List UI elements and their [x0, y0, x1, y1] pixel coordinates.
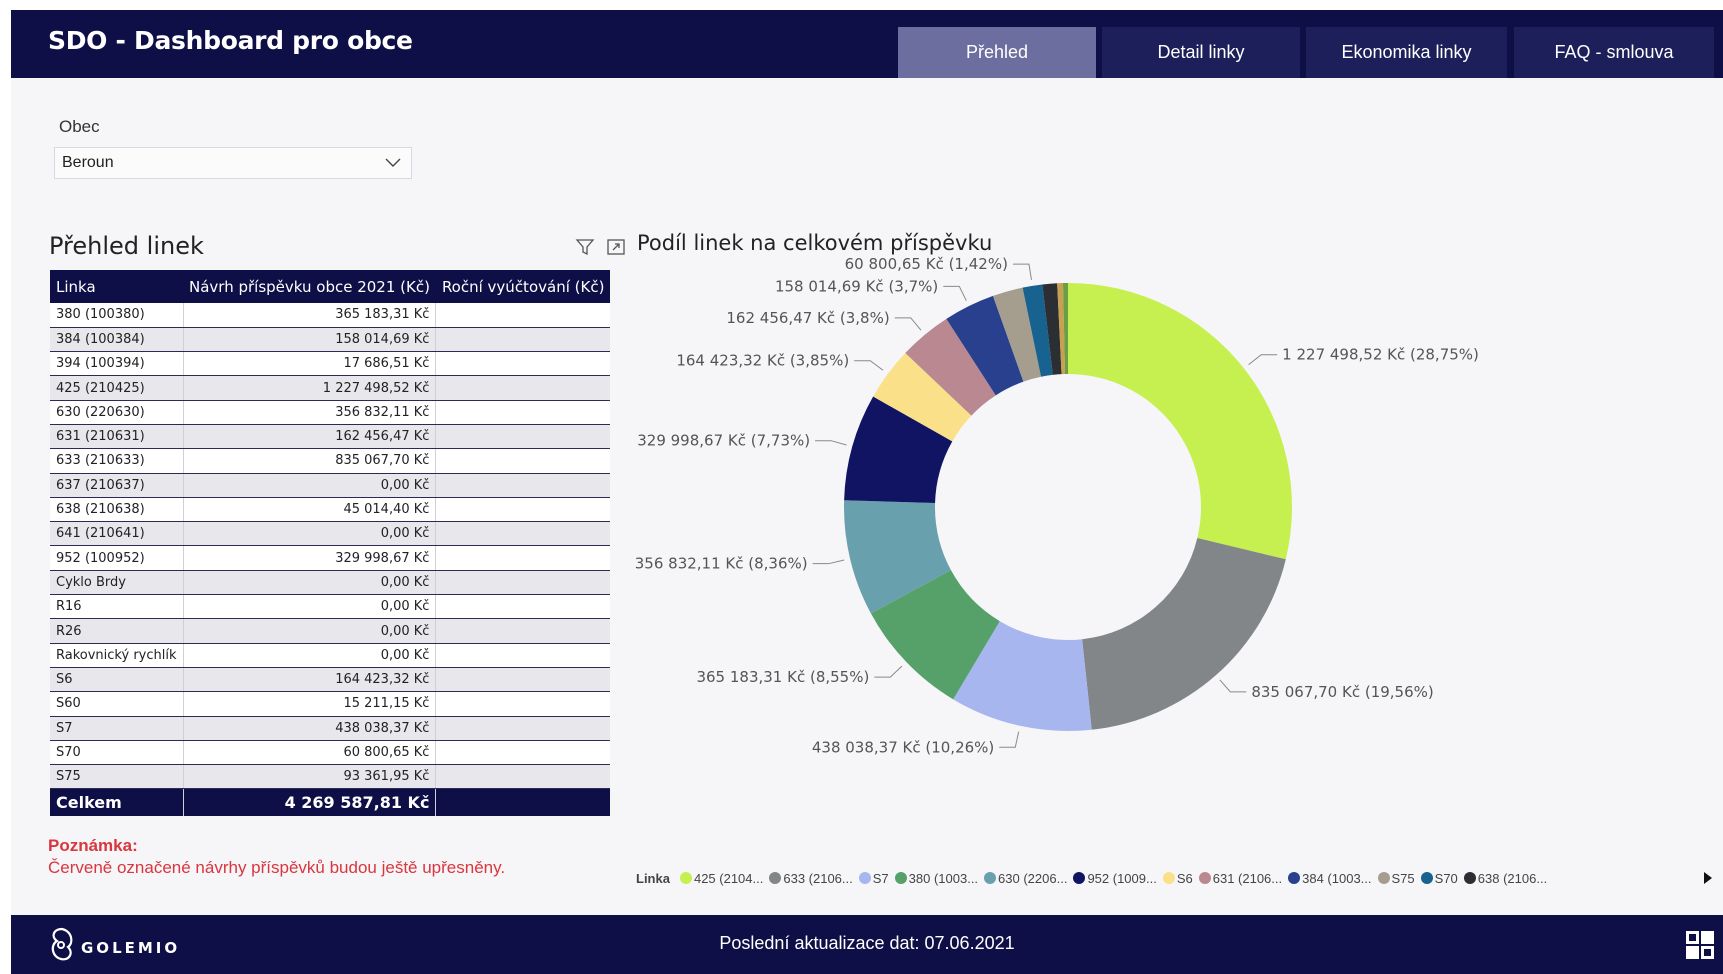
label-leader-line [1012, 263, 1032, 280]
legend-item-label: 631 (2106... [1212, 870, 1283, 886]
label-leader-line [815, 440, 847, 446]
legend-item[interactable]: 638 (2106... [1463, 870, 1548, 886]
slice-data-label: 356 832,11 Kč (8,36%) [635, 555, 808, 573]
slice-data-label: 365 183,31 Kč (8,55%) [696, 668, 869, 686]
chart-legend: Linka 425 (2104... 633 (2106... S7 380 (100… [636, 866, 1553, 890]
label-leader-line [874, 665, 903, 678]
last-update-text: Poslední aktualizace dat: 07.06.2021 [719, 933, 1015, 953]
legend-item[interactable]: 952 (1009... [1073, 870, 1157, 886]
label-leader-line [1248, 354, 1278, 365]
legend-color-dot [1420, 872, 1433, 884]
legend-item[interactable]: 425 (2104... [679, 870, 764, 886]
slice-data-label: 158 014,69 Kč (3,7%) [775, 277, 938, 295]
label-leader-line [1219, 679, 1247, 693]
legend-item-label: 425 (2104... [693, 870, 764, 886]
oict-logo-icon [1686, 931, 1714, 959]
legend-color-dot [1288, 872, 1301, 884]
dashboard-frame: SDO - Dashboard pro obce Přehled Detail … [11, 10, 1723, 974]
legend-item[interactable]: S75 [1377, 870, 1415, 886]
legend-item-label: S6 [1176, 870, 1193, 886]
legend-item[interactable]: 633 (2106... [769, 870, 853, 886]
legend-item[interactable]: S7 [858, 870, 889, 886]
donut-chart: 1 227 498,52 Kč (28,75%) 835 067,70 Kč (1… [635, 255, 1479, 756]
footer-bar: GOLEMIO Poslední aktualizace dat: 07.06.… [11, 915, 1723, 974]
legend-item[interactable]: 380 (1003... [894, 870, 979, 886]
slice-data-label: 1 227 498,52 Kč (28,75%) [1282, 346, 1479, 364]
donut-slice[interactable] [1068, 283, 1293, 560]
legend-color-dot [984, 872, 997, 884]
legend-item[interactable]: 384 (1003... [1288, 870, 1372, 886]
legend-color-dot [1463, 872, 1476, 884]
legend-item-label: 633 (2106... [783, 870, 853, 886]
slice-data-label: 164 423,32 Kč (3,85%) [676, 352, 849, 370]
legend-color-dot [894, 872, 907, 884]
legend-color-dot [1377, 872, 1390, 884]
legend-color-dot [858, 872, 871, 884]
legend-item-label: S70 [1434, 870, 1458, 886]
legend-item[interactable]: 631 (2106... [1198, 870, 1283, 886]
legend-item-label: 384 (1003... [1302, 870, 1372, 886]
slice-data-label: 329 998,67 Kč (7,73%) [637, 432, 810, 450]
legend-color-dot [679, 872, 692, 884]
legend-item[interactable]: S70 [1420, 870, 1458, 886]
legend-title: Linka [636, 870, 670, 886]
label-leader-line [999, 731, 1020, 748]
legend-item-label: 952 (1009... [1087, 870, 1157, 886]
legend-item-label: S75 [1391, 870, 1415, 886]
legend-color-dot [1162, 872, 1175, 884]
legend-item-label: 630 (2206... [998, 870, 1068, 886]
legend-item[interactable]: S6 [1162, 870, 1193, 886]
legend-color-dot [1073, 872, 1086, 884]
slice-data-label: 438 038,37 Kč (10,26%) [812, 738, 994, 756]
slice-data-label: 60 800,65 Kč (1,42%) [845, 255, 1008, 273]
legend-item-label: S7 [872, 870, 889, 886]
label-leader-line [854, 360, 884, 371]
donut-slices [844, 283, 1293, 731]
slice-data-label: 835 067,70 Kč (19,56%) [1251, 683, 1433, 701]
donut-slice[interactable] [1082, 538, 1286, 730]
legend-color-dot [1198, 872, 1211, 884]
legend-color-dot [769, 872, 782, 884]
label-leader-line [894, 317, 922, 331]
legend-item-label: 638 (2106... [1477, 870, 1548, 886]
legend-item[interactable]: 630 (2206... [984, 871, 1067, 886]
legend-item-label: 380 (1003... [908, 870, 979, 886]
label-leader-line [812, 559, 845, 565]
slice-data-label: 162 456,47 Kč (3,8%) [726, 309, 889, 327]
legend-next-arrow-icon[interactable] [1701, 869, 1715, 887]
label-leader-line [943, 285, 967, 301]
